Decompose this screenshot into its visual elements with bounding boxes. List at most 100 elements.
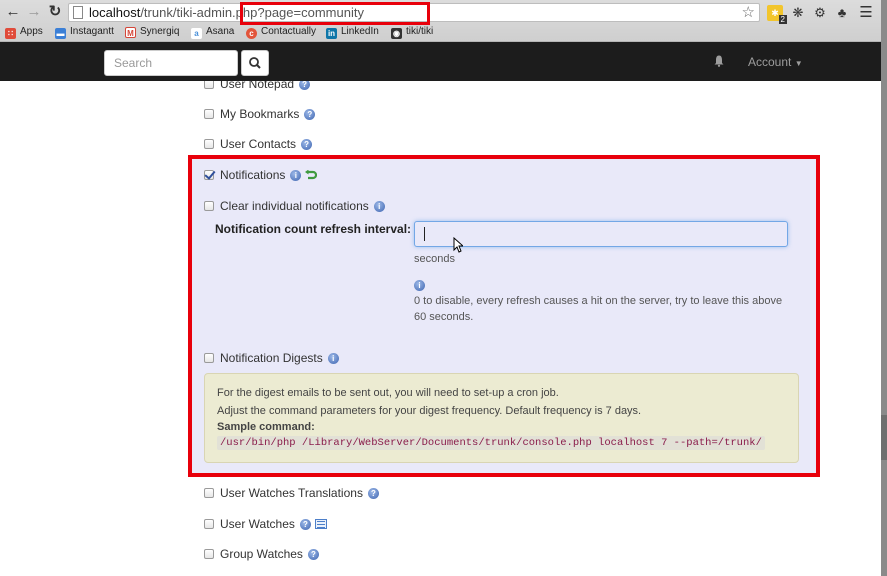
option-label: Clear individual notifications [220,199,369,213]
sample-command-label: Sample command: [217,421,315,433]
option-notifications[interactable]: Notifications i [204,167,318,183]
bookmark-label: LinkedIn [341,26,379,37]
menu-icon[interactable]: ☰ [858,5,874,21]
bookmark-linkedin[interactable]: in LinkedIn [326,24,379,40]
bookmark-asana[interactable]: a Asana [191,24,234,40]
account-label: Account [748,55,792,69]
cron-text-line2: Adjust the command parameters for your d… [217,405,642,417]
github-icon: ◉ [391,28,402,39]
bookmark-apps[interactable]: ∷ Apps [5,24,43,40]
option-label: Group Watches [220,547,303,561]
checkbox[interactable] [204,201,214,211]
contactually-icon: c [246,28,257,39]
window-scrollbar[interactable] [881,0,887,576]
search-icon [249,57,261,69]
refresh-hint: 0 to disable, every refresh causes a hit… [414,295,783,323]
address-row: ← → ↻ localhost/trunk/tiki-admin.php?pag… [0,2,887,25]
url-path-prefix: /trunk/ [140,5,177,20]
reload-button[interactable]: ↻ [47,2,63,22]
checkbox[interactable] [204,81,214,89]
bookmark-label: Asana [206,26,235,37]
checkbox[interactable] [204,488,214,498]
help-icon[interactable]: ? [301,138,313,150]
site-navbar: Account ▼ [0,42,881,81]
option-label: User Watches Translations [220,486,363,500]
text-caret [424,227,425,241]
info-icon[interactable]: i [414,280,425,291]
bell-icon[interactable] [714,55,724,67]
option-label: Notifications [220,168,286,182]
checkbox[interactable] [204,353,214,363]
browser-chrome: ← → ↻ localhost/trunk/tiki-admin.php?pag… [0,0,887,42]
bookmark-star-icon[interactable]: ☆ [742,4,755,21]
help-icon[interactable]: ? [304,108,316,120]
mouse-cursor-icon [453,237,463,253]
asana-icon: a [191,28,202,39]
bookmark-label: Contactually [261,26,317,37]
checkbox[interactable] [204,519,214,529]
help-icon[interactable]: ? [307,548,319,560]
extension-bug-icon[interactable]: ❋ [790,5,806,21]
list-view-icon[interactable] [314,519,327,529]
info-icon[interactable]: i [373,200,385,212]
info-icon[interactable]: i [327,352,339,364]
cron-text-line1: For the digest emails to be sent out, yo… [217,387,559,399]
help-icon[interactable]: ? [299,518,311,530]
bookmark-label: Synergiq [140,26,180,37]
option-label: My Bookmarks [220,107,300,121]
checkbox[interactable] [204,139,214,149]
bookmarks-bar: ∷ Apps ▬ Instagantt M Synergiq a Asana c Cont… [0,24,887,40]
info-icon[interactable]: i [290,169,302,181]
account-dropdown[interactable]: Account ▼ [748,55,803,69]
help-icon[interactable]: ? [299,81,311,90]
bookmark-label: Instagantt [70,26,114,37]
reset-arrow-icon[interactable] [305,170,318,180]
refresh-interval-input[interactable] [414,221,788,247]
option-label: Notification Digests [220,351,323,365]
hint-info: i [414,277,425,291]
option-group-watches[interactable]: Group Watches? [204,546,319,562]
refresh-interval-label: Notification count refresh interval: [215,222,412,236]
url-host: localhost [89,5,141,20]
evernote-icon[interactable]: ♣ [834,5,850,21]
extension-badge: 2 [778,15,787,24]
option-user-contacts[interactable]: User Contacts? [204,136,313,152]
option-user-notepad[interactable]: User Notepad? [204,81,311,92]
search-button[interactable] [241,50,269,76]
scrollbar-thumb[interactable] [881,415,887,460]
checkbox[interactable] [204,109,214,119]
linkedin-icon: in [326,28,337,39]
caret-down-icon: ▼ [794,59,803,68]
settings-gear-icon[interactable]: ⚙ [812,5,828,21]
option-my-bookmarks[interactable]: My Bookmarks? [204,106,316,122]
cron-info-box: For the digest emails to be sent out, yo… [204,373,799,463]
option-user-watches[interactable]: User Watches? [204,516,327,532]
option-clear-individual-notifications[interactable]: Clear individual notifications i [204,198,385,214]
checkbox-checked[interactable] [204,170,214,180]
sample-command-code: /usr/bin/php /Library/WebServer/Document… [217,436,765,450]
refresh-unit: seconds [414,253,455,265]
option-user-watches-translations[interactable]: User Watches Translations? [204,485,379,501]
bookmark-label: tiki/tiki [406,26,434,37]
option-label: User Watches [220,517,295,531]
bookmark-label: Apps [20,26,43,37]
option-label: User Notepad [220,81,295,91]
bookmark-instagantt[interactable]: ▬ Instagantt [55,24,114,40]
forward-button[interactable]: → [26,2,42,22]
address-bar[interactable]: localhost/trunk/tiki-admin.php?page=comm… [68,2,760,25]
back-button[interactable]: ← [5,2,21,22]
search-input[interactable] [104,50,238,76]
url-highlight-annotation [240,2,430,25]
bookmark-contactually[interactable]: c Contactually [246,24,316,40]
checkbox[interactable] [204,549,214,559]
page-icon [73,6,83,19]
gmail-icon: M [125,27,136,38]
bookmark-synergiq[interactable]: M Synergiq [125,24,179,40]
help-icon[interactable]: ? [367,487,379,499]
instagantt-icon: ▬ [55,28,66,39]
option-notification-digests[interactable]: Notification Digests i [204,350,339,366]
extension-yellow-icon[interactable]: ✱ 2 [767,5,787,24]
apps-grid-icon: ∷ [5,28,16,39]
admin-content: User Notepad? My Bookmarks? User Contact… [0,81,881,576]
bookmark-tiki[interactable]: ◉ tiki/tiki [391,24,433,40]
